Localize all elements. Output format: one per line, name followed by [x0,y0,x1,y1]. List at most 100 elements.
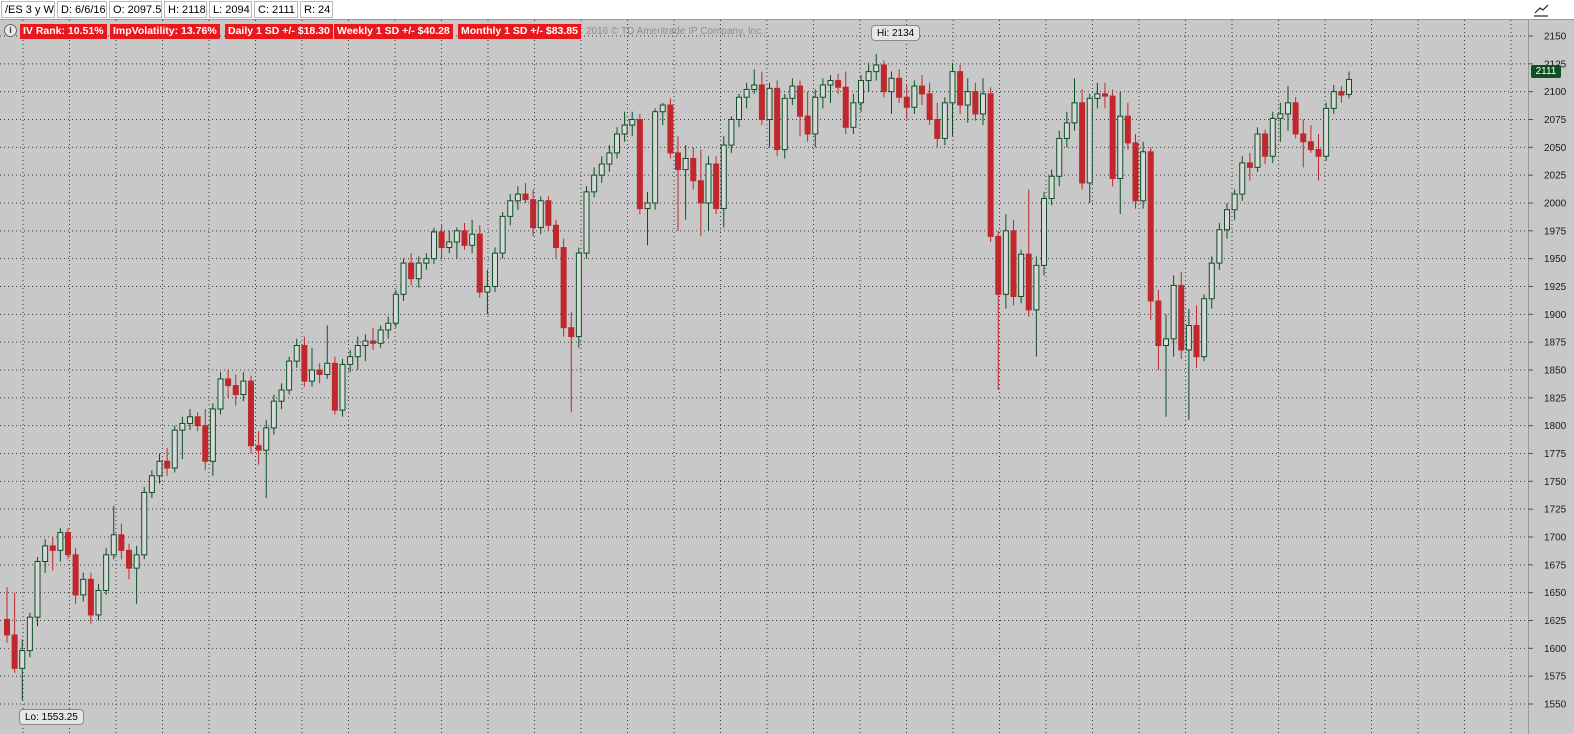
candle-body-down [522,193,529,201]
candle-body-up [514,193,521,202]
candle-body-down [461,230,468,246]
last-price-tag: 2111 [1531,65,1561,78]
candle-body-down [560,247,567,329]
candle-body-up [324,362,331,375]
candle-body-up [57,532,64,551]
candle-body-down [774,87,781,151]
candle-body-down [1178,284,1185,351]
candle-body-down [995,235,1002,295]
candle-body-up [34,560,41,618]
low-callout: Lo: 1553.25 [19,709,84,725]
candle-body-up [591,174,598,193]
candle-body-down [1010,230,1017,298]
iv-rank-badge: IV Rank: 10.51% [20,24,107,39]
candle-body-up [1041,198,1047,266]
copyright-text: 2016 © TD Ameritrade IP Company, Inc. [586,26,765,37]
candle-body-up [217,378,224,410]
candle-body-down [804,115,811,135]
candle-body-up [362,340,369,347]
candle-body-up [606,152,613,165]
candle-body-up [103,554,110,591]
candle-body-down [87,578,94,616]
symbol-field[interactable]: /ES 3 y W [1,1,55,18]
candle-body-up [309,369,315,382]
candle-body-up [1201,298,1208,358]
candle-body-up [621,124,628,135]
candle-body-down [1246,162,1253,168]
info-icon[interactable]: i [4,24,17,37]
candle-body-down [835,80,842,88]
y-tick-label: 1725 [1544,505,1567,516]
chart-style-icon[interactable] [1532,2,1550,18]
candle-body-down [126,549,132,569]
candle-body-down [1338,91,1345,96]
candle-body-up [766,87,773,121]
candle-body-down [880,64,887,93]
weekly-sd-badge: Weekly 1 SD +/- $40.28 [334,24,453,39]
date-readout: D: 6/6/16 [57,1,107,18]
candle-body-down [903,96,910,108]
candle-body-up [1285,102,1291,115]
candle-body-up [865,71,872,82]
y-tick-label: 1625 [1544,616,1567,627]
candle-body-up [751,84,758,90]
candle-body-down [896,77,903,98]
candle-body-up [1056,137,1063,177]
candle-body-down [1155,300,1162,347]
candle-body-up [1277,113,1284,119]
candle-body-up [392,293,399,324]
candle-body-down [545,200,552,226]
candle-body-up [1163,338,1169,347]
candle-body-down [1307,141,1314,151]
candle-body-up [743,88,750,98]
candle-body-down [919,85,925,95]
candle-body-down [164,460,171,469]
candle-body-up [1323,107,1330,157]
y-tick-label: 1825 [1544,393,1567,404]
candle-body-up [171,429,178,469]
high-callout: Hi: 2134 [871,25,921,41]
candle-body-down [568,327,575,338]
candle-body-up [293,345,300,362]
candle-body-up [1239,162,1246,195]
candle-body-down [530,199,537,228]
candle-body-down [934,119,941,139]
close-readout: C: 2111 [254,1,298,18]
candle-body-down [553,224,559,249]
y-tick-label: 1775 [1544,449,1567,460]
candle-body-up [80,578,87,596]
y-tick-label: 2100 [1544,87,1567,98]
candle-body-down [408,262,415,280]
candle-body-down [1124,115,1131,144]
candle-body-up [827,80,834,86]
candle-body-up [42,545,49,562]
candle-body-up [736,96,742,120]
candle-body-up [888,77,895,93]
candle-body-up [1086,97,1093,184]
candle-body-down [370,340,376,344]
candle-body-up [492,252,498,288]
y-tick-label: 1850 [1544,366,1567,377]
candle-body-up [270,400,277,429]
candle-body-up [659,104,666,113]
candle-body-up [19,650,26,669]
candle-body-down [972,91,979,115]
candle-body-up [148,475,155,493]
candle-body-up [873,64,880,73]
candle-body-up [278,389,285,402]
candle-body-down [758,84,765,120]
candle-body-up [980,93,986,115]
candle-body-down [118,534,125,551]
candle-body-up [1346,78,1352,95]
imp-volatility-badge: ImpVolatility: 13.76% [110,24,220,39]
candle-body-up [819,84,826,98]
candle-body-down [72,554,79,596]
candlestick-chart[interactable]: 1550 1575 1600 1625 1650 1675 1700 1725 1750 1775… [0,20,1574,734]
candle-body-up [964,91,971,106]
y-tick-label: 2025 [1544,171,1567,182]
candle-body-up [575,252,582,338]
candle-body-up [1048,175,1055,200]
candle-body-down [842,86,849,128]
candle-body-down [636,119,643,210]
candle-body-up [209,408,216,462]
